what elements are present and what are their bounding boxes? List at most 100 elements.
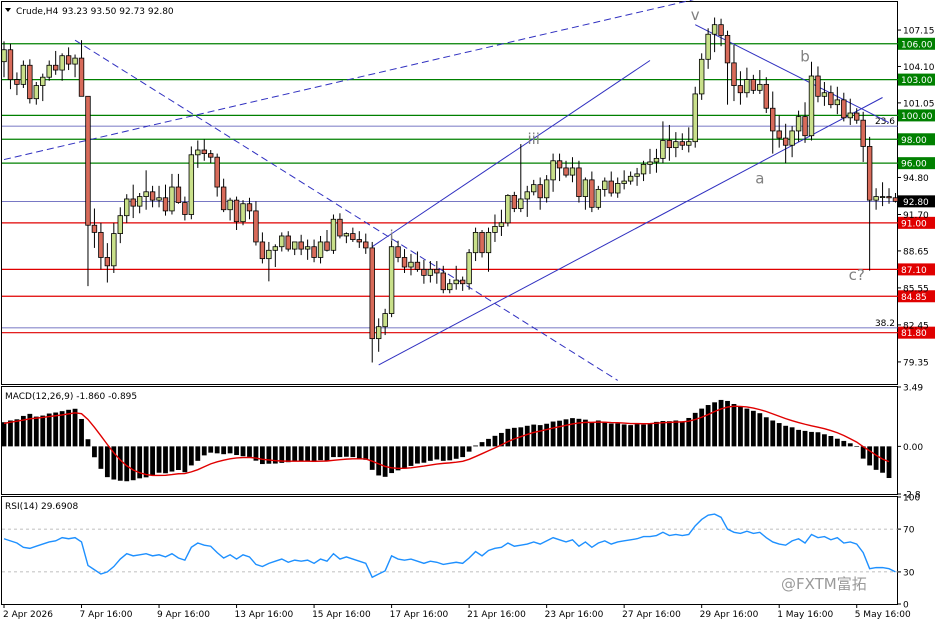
macd-bar	[8, 420, 13, 447]
macd-bar	[188, 446, 194, 466]
macd-bar	[182, 446, 188, 473]
macd-bar	[234, 446, 239, 456]
macd-bar	[92, 446, 97, 458]
candle-body-bear	[395, 246, 401, 258]
macd-bar	[718, 399, 724, 447]
macd-bar	[731, 404, 737, 447]
macd-bar	[440, 446, 446, 461]
macd-bar	[318, 446, 323, 461]
macd-bar	[130, 446, 136, 481]
candle-body-bull	[272, 246, 279, 251]
candle	[466, 249, 472, 290]
macd-name: MACD(12,26,9)	[5, 392, 73, 402]
candle	[188, 146, 195, 220]
candle-body-bull	[498, 222, 505, 227]
macd-bar	[583, 419, 588, 447]
candle-body-bull	[291, 241, 298, 250]
candle-body-bull	[143, 191, 149, 197]
macd-bar	[776, 423, 782, 447]
ohlc-values: 93.23 93.50 92.73 92.80	[62, 7, 174, 17]
level-tag-label-6: 87.10	[901, 266, 927, 276]
macd-bar	[783, 425, 789, 447]
macd-bar	[427, 446, 433, 461]
macd-bar	[389, 446, 394, 474]
macd-bar	[176, 446, 181, 471]
candle-body-bull	[240, 203, 246, 223]
macd-bar	[369, 446, 375, 470]
candle-body-bull	[195, 149, 201, 156]
candle-body-bear	[892, 197, 899, 202]
candle-body-bull	[744, 79, 750, 94]
macd-bar	[415, 446, 420, 464]
macd-bar	[169, 446, 175, 472]
macd-bar	[537, 425, 543, 447]
candle	[330, 214, 337, 254]
candle-body-bear	[666, 140, 673, 149]
macd-bar	[453, 446, 459, 459]
candle-body-bull	[505, 194, 511, 224]
macd-bar	[634, 424, 640, 447]
macd-bar	[550, 421, 556, 447]
candle-body-bear	[679, 141, 685, 146]
macd-bar	[382, 446, 388, 477]
candle-body-bull	[485, 231, 492, 254]
macd-bar	[699, 408, 705, 447]
macd-bar	[298, 446, 304, 462]
macd-bar	[343, 446, 349, 457]
candle-body-bull	[59, 55, 65, 71]
price-tick-label-2: 101.05	[903, 99, 935, 109]
candle-body-bull	[621, 180, 627, 184]
macd-bar	[117, 446, 123, 481]
time-tick-label-0: 2 Apr 2026	[3, 610, 53, 620]
candle-body-bear	[208, 153, 214, 158]
price-tick-label-6: 85.55	[903, 284, 929, 294]
candle	[240, 200, 246, 226]
macd-bar	[350, 446, 356, 458]
candle-body-bear	[259, 241, 266, 260]
wave-label-2: iii	[527, 130, 540, 148]
candle-body-bear	[175, 186, 182, 203]
macd-bar	[104, 446, 110, 478]
macd-bar	[247, 446, 252, 457]
candle-body-bull	[686, 141, 692, 146]
macd-bar	[815, 432, 821, 447]
macd-bar	[402, 446, 407, 469]
price-tick-label-0: 107.15	[903, 27, 935, 37]
candle-body-bull	[388, 246, 395, 314]
wave-label-0: v	[691, 6, 700, 24]
macd-bar	[486, 438, 491, 447]
time-tick-label-10: 1 May 16:00	[777, 610, 833, 620]
macd-bar	[679, 421, 685, 447]
candle-body-bear	[724, 35, 731, 64]
candle-body-bull	[595, 189, 602, 208]
macd-bar	[66, 409, 71, 447]
candle-body-bull	[518, 198, 524, 209]
candle	[595, 185, 602, 210]
macd-bar	[847, 443, 853, 447]
candle-body-bull	[472, 231, 479, 254]
candle-body-bull	[20, 64, 27, 85]
macd-bar	[447, 446, 453, 461]
macd-bar	[886, 446, 892, 479]
candle-body-bull	[879, 196, 886, 198]
macd-bar	[615, 423, 621, 447]
candle-body-bull	[136, 196, 143, 207]
candle	[505, 194, 511, 227]
candle-body-bear	[220, 186, 227, 211]
candle-body-bull	[569, 167, 576, 176]
candle-body-bear	[350, 233, 356, 240]
macd-bar	[156, 446, 162, 473]
macd-bar	[531, 424, 537, 447]
macd-bar	[621, 424, 627, 447]
fibo-label-1: 38.2	[875, 319, 895, 329]
price-tick-label-4: 91.70	[903, 211, 929, 221]
candle-body-bear	[776, 130, 782, 139]
macd-bar	[163, 446, 168, 474]
candle-body-bull	[169, 186, 175, 212]
candle-body-bear	[608, 180, 614, 194]
symbol-label[interactable]: Crude,H4	[16, 7, 59, 17]
level-tag-label-4: 96.00	[901, 160, 927, 170]
macd-bar	[809, 431, 814, 447]
candle-body-bear	[718, 24, 724, 36]
rsi-value: 29.6908	[41, 502, 78, 512]
